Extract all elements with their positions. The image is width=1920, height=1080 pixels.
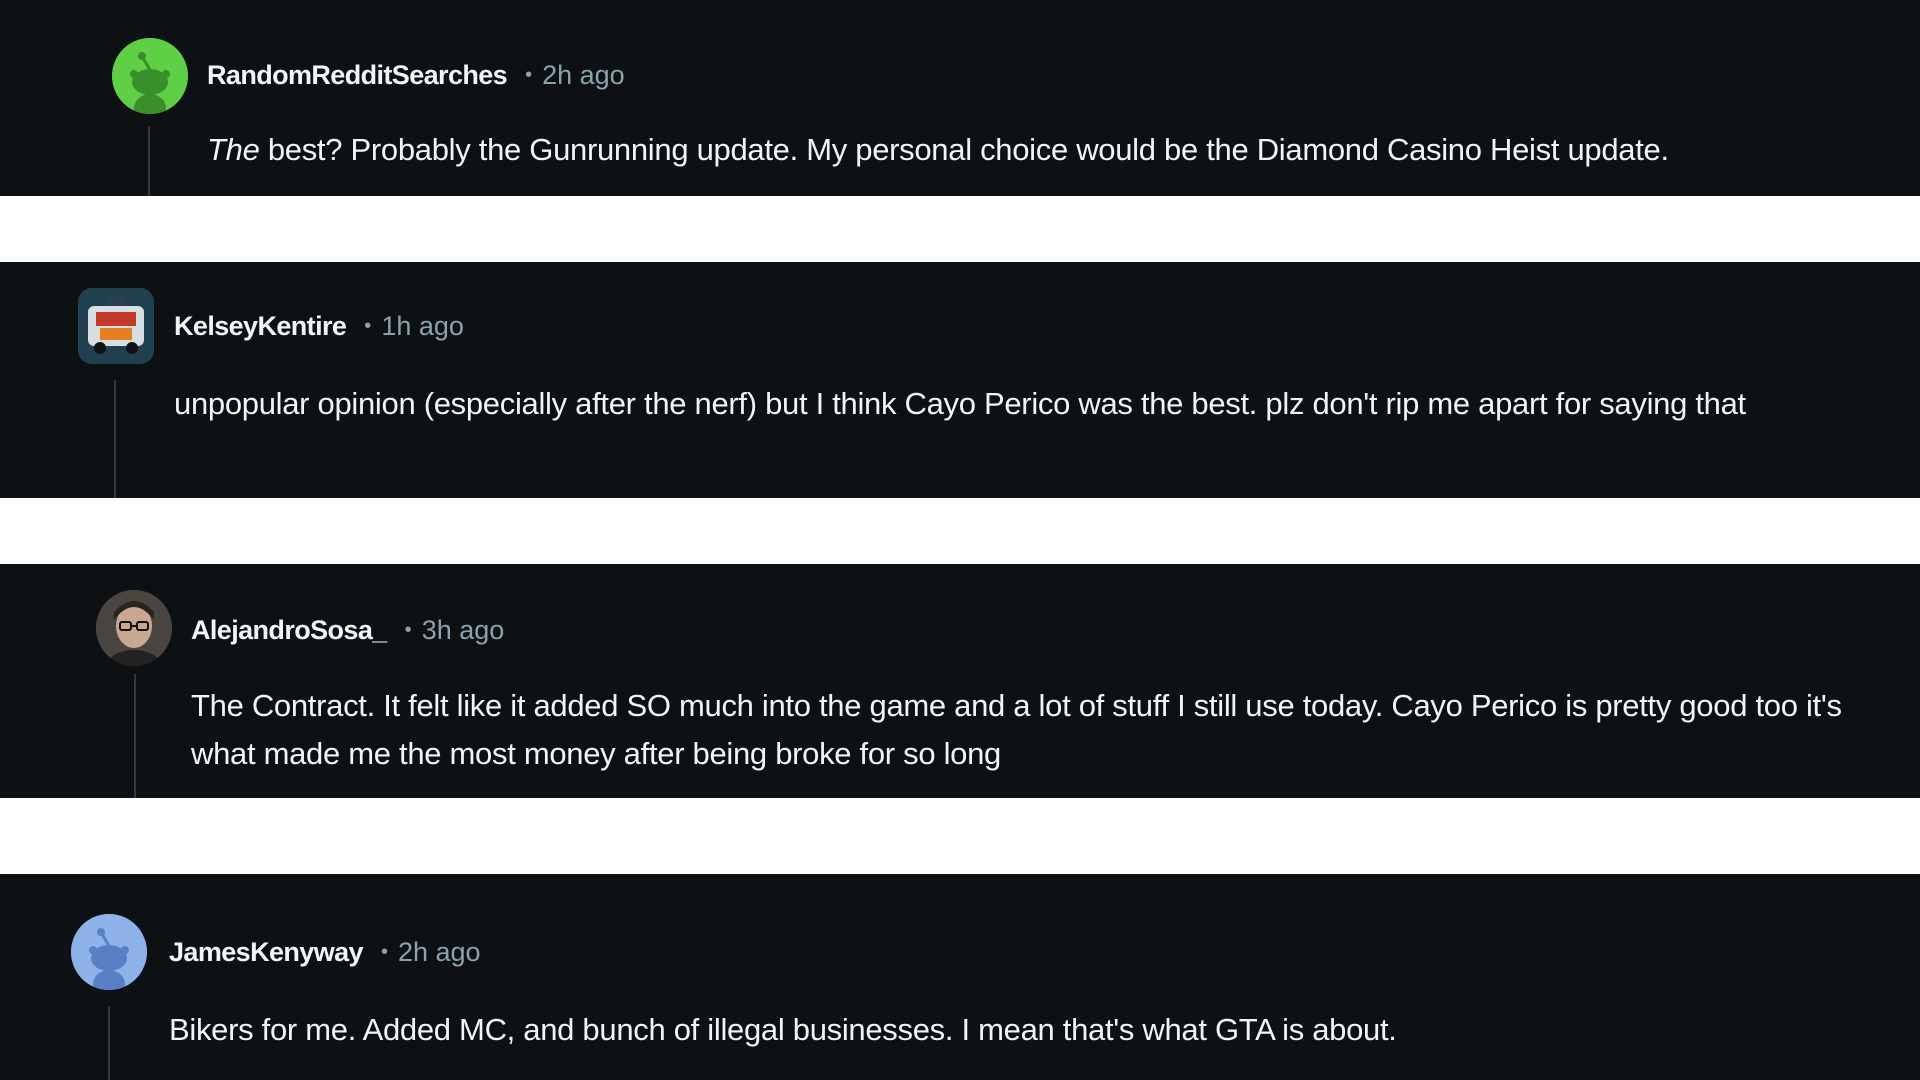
username-link[interactable]: JamesKenyway [169,937,364,968]
separator-dot: • [364,314,372,337]
timestamp[interactable]: 2h ago [542,60,625,91]
truck-avatar-icon [78,288,154,364]
username-link[interactable]: RandomRedditSearches [207,60,508,91]
comment-meta: KelseyKentire • 1h ago [174,308,464,344]
comment-meta: RandomRedditSearches • 2h ago [207,57,625,93]
comment-card: KelseyKentire • 1h ago unpopular opinion… [0,262,1920,498]
thread-line[interactable] [134,674,136,798]
comment-card: AlejandroSosa_ • 3h ago The Contract. It… [0,564,1920,798]
username-link[interactable]: KelseyKentire [174,311,347,342]
emphasis-text: The [207,132,260,167]
user-avatar[interactable] [71,914,147,990]
comment-meta: AlejandroSosa_ • 3h ago [191,612,504,648]
thread-line[interactable] [108,1006,110,1080]
comment-body: Bikers for me. Added MC, and bunch of il… [169,1012,1397,1047]
user-avatar[interactable] [78,288,154,364]
user-avatar[interactable] [112,38,188,114]
timestamp[interactable]: 2h ago [398,937,481,968]
comment-card: JamesKenyway • 2h ago Bikers for me. Add… [0,874,1920,1080]
timestamp[interactable]: 1h ago [381,311,464,342]
thread-line[interactable] [114,380,116,498]
snoo-green-avatar-icon [112,38,188,114]
separator-dot: • [525,63,533,86]
separator-dot: • [380,940,388,963]
comment-meta: JamesKenyway • 2h ago [169,934,481,970]
person-photo-avatar-icon [96,590,172,666]
comment-body: unpopular opinion (especially after the … [174,386,1746,421]
thread-line[interactable] [148,126,150,196]
comment-card: RandomRedditSearches • 2h ago The best? … [0,0,1920,196]
separator-dot: • [404,618,412,641]
snoo-blue-avatar-icon [71,914,147,990]
timestamp[interactable]: 3h ago [422,615,505,646]
comment-text: best? Probably the Gunrunning update. My… [259,132,1669,167]
user-avatar[interactable] [96,590,172,666]
comment-body: The best? Probably the Gunrunning update… [207,126,1887,174]
comment-body: The Contract. It felt like it added SO m… [191,688,1842,771]
username-link[interactable]: AlejandroSosa_ [191,615,387,646]
